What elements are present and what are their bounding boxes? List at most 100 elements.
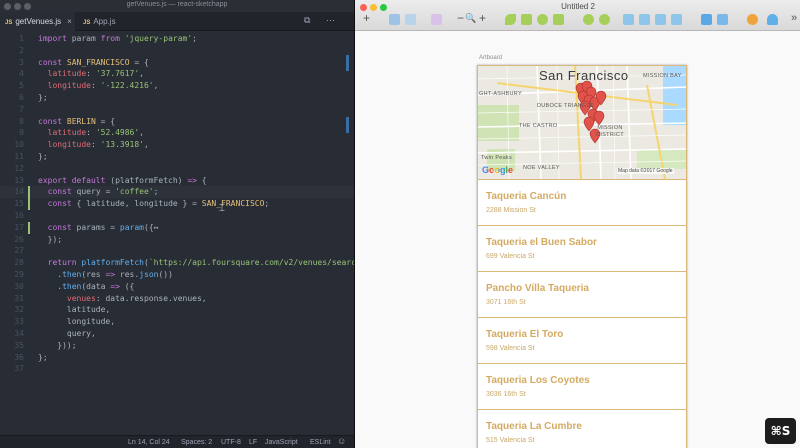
mirror-icon[interactable]: [747, 14, 758, 25]
code-text[interactable]: latitude,: [38, 304, 110, 316]
intersect-icon[interactable]: [655, 14, 666, 25]
sketch-canvas[interactable]: Artboard San Francisco MISSION BAY GHT-A…: [355, 31, 800, 448]
code-line[interactable]: 10 longitude: '13.3918',: [0, 139, 354, 151]
code-text[interactable]: longitude: '13.3918',: [38, 139, 149, 151]
create-symbol-icon[interactable]: [431, 14, 442, 25]
difference-icon[interactable]: [671, 14, 682, 25]
linter-status[interactable]: ESLint: [310, 437, 331, 448]
subtract-icon[interactable]: [639, 14, 650, 25]
code-line[interactable]: 7: [0, 104, 354, 116]
close-icon[interactable]: ×: [67, 17, 72, 26]
code-line[interactable]: 15 const { latitude, longitude } = SAN_F…: [0, 198, 354, 210]
code-text[interactable]: longitude: '-122.4216',: [38, 80, 159, 92]
line-number: 30: [14, 281, 24, 291]
code-line[interactable]: 11};: [0, 151, 354, 163]
code-line[interactable]: 12: [0, 163, 354, 175]
venue-row[interactable]: Pancho Villa Taqueria 3071 16th St: [477, 271, 687, 317]
tab-app[interactable]: JS App.js: [78, 12, 138, 31]
code-line[interactable]: 16: [0, 210, 354, 222]
code-line[interactable]: 29 .then(res => res.json()): [0, 269, 354, 281]
code-text[interactable]: latitude: '52.4986',: [38, 127, 144, 139]
zoom-in-icon[interactable]: +: [479, 12, 486, 24]
transform-icon[interactable]: [521, 14, 532, 25]
code-text[interactable]: const SAN_FRANCISCO = {: [38, 57, 149, 69]
code-text[interactable]: };: [38, 151, 48, 163]
code-line[interactable]: 13 export default (platformFetch) => {: [0, 175, 354, 187]
venue-row[interactable]: Taqueria La Cumbre 515 Valencia St: [477, 409, 687, 448]
code-line[interactable]: 9 latitude: '52.4986',: [0, 127, 354, 139]
code-text[interactable]: return platformFetch(`https://api.foursq…: [38, 257, 354, 269]
ungroup-icon[interactable]: [405, 14, 416, 25]
zoom-icon[interactable]: 🔍: [465, 12, 476, 24]
code-line[interactable]: 31 venues: data.response.venues,: [0, 293, 354, 305]
feedback-smiley-icon[interactable]: ☺: [337, 436, 346, 447]
code-text[interactable]: };: [38, 92, 48, 104]
union-icon[interactable]: [623, 14, 634, 25]
code-line[interactable]: 14 const query = 'coffee';: [0, 186, 354, 199]
code-line[interactable]: 33 longitude,: [0, 316, 354, 328]
code-text[interactable]: const params = param({↔: [38, 222, 159, 234]
toolbar-overflow-icon[interactable]: »: [791, 12, 797, 24]
more-actions-icon[interactable]: ···: [326, 15, 335, 25]
rotate-icon[interactable]: [537, 14, 548, 25]
encoding-setting[interactable]: UTF-8: [221, 437, 241, 448]
code-text[interactable]: longitude,: [38, 316, 115, 328]
line-number: 8: [19, 116, 24, 126]
group-icon[interactable]: [389, 14, 400, 25]
venue-row[interactable]: Taqueria El Toro 598 Valencia St: [477, 317, 687, 363]
code-text[interactable]: const { latitude, longitude } = SAN_FRAN…: [38, 198, 270, 210]
venue-name: Taqueria El Toro: [486, 329, 564, 340]
code-text[interactable]: });: [38, 234, 62, 246]
code-line[interactable]: 37: [0, 363, 354, 375]
cursor-position[interactable]: Ln 14, Col 24: [128, 437, 170, 448]
line-ending-setting[interactable]: LF: [249, 437, 257, 448]
code-line[interactable]: 8 const BERLIN = {: [0, 116, 354, 128]
code-line[interactable]: 27: [0, 245, 354, 257]
code-text[interactable]: .then(res => res.json()): [38, 269, 173, 281]
code-text[interactable]: const BERLIN = {: [38, 116, 115, 128]
venue-row[interactable]: Taqueria el Buen Sabor 699 Valencia St: [477, 225, 687, 271]
insert-icon[interactable]: +: [363, 12, 370, 24]
code-line[interactable]: 34 query,: [0, 328, 354, 340]
code-line[interactable]: 32 latitude,: [0, 304, 354, 316]
venue-row[interactable]: Taqueria Cancún 2288 Mission St: [477, 179, 687, 225]
code-line[interactable]: 5 longitude: '-122.4216',: [0, 80, 354, 92]
code-line[interactable]: 35 }));: [0, 340, 354, 352]
code-line[interactable]: 28 return platformFetch(`https://api.fou…: [0, 257, 354, 269]
code-line[interactable]: 4 latitude: '37.7617',: [0, 68, 354, 80]
code-line[interactable]: 30 .then(data => ({: [0, 281, 354, 293]
code-area[interactable]: 1 import param from 'jquery-param'; 2 3 cons…: [0, 31, 354, 435]
language-mode[interactable]: JavaScript: [265, 437, 298, 448]
artboard[interactable]: San Francisco MISSION BAY GHT-ASHBURY DU…: [477, 65, 687, 448]
mask-icon[interactable]: [583, 14, 594, 25]
code-text[interactable]: };: [38, 352, 48, 364]
backward-icon[interactable]: [717, 14, 728, 25]
cloud-upload-icon[interactable]: [767, 14, 778, 25]
artboard-label[interactable]: Artboard: [479, 55, 502, 61]
venue-row[interactable]: Taqueria Los Coyotes 3036 16th St: [477, 363, 687, 409]
scale-icon[interactable]: [599, 14, 610, 25]
forward-icon[interactable]: [701, 14, 712, 25]
split-editor-icon[interactable]: ⧉: [304, 15, 310, 26]
code-text[interactable]: import param from 'jquery-param';: [38, 33, 197, 45]
indentation-setting[interactable]: Spaces: 2: [181, 437, 212, 448]
code-text[interactable]: query,: [38, 328, 96, 340]
tab-getvenues[interactable]: JS getVenues.js ×: [0, 12, 75, 31]
code-text[interactable]: .then(data => ({: [38, 281, 134, 293]
code-line[interactable]: 1 import param from 'jquery-param';: [0, 33, 354, 45]
code-line[interactable]: 26 });: [0, 234, 354, 246]
code-text[interactable]: }));: [38, 340, 76, 352]
code-line[interactable]: 6};: [0, 92, 354, 104]
code-line[interactable]: 17 const params = param({↔: [0, 221, 354, 234]
code-line[interactable]: 36};: [0, 352, 354, 364]
code-text[interactable]: venues: data.response.venues,: [38, 293, 207, 305]
code-text[interactable]: latitude: '37.7617',: [38, 68, 144, 80]
line-number: 17: [14, 222, 24, 232]
edit-icon[interactable]: [505, 14, 516, 25]
code-text[interactable]: export default (platformFetch) => {: [38, 175, 207, 187]
code-line[interactable]: 2: [0, 45, 354, 57]
zoom-out-icon[interactable]: −: [457, 12, 464, 24]
code-line[interactable]: 3 const SAN_FRANCISCO = {: [0, 57, 354, 69]
code-text[interactable]: const query = 'coffee';: [38, 186, 159, 198]
flatten-icon[interactable]: [553, 14, 564, 25]
